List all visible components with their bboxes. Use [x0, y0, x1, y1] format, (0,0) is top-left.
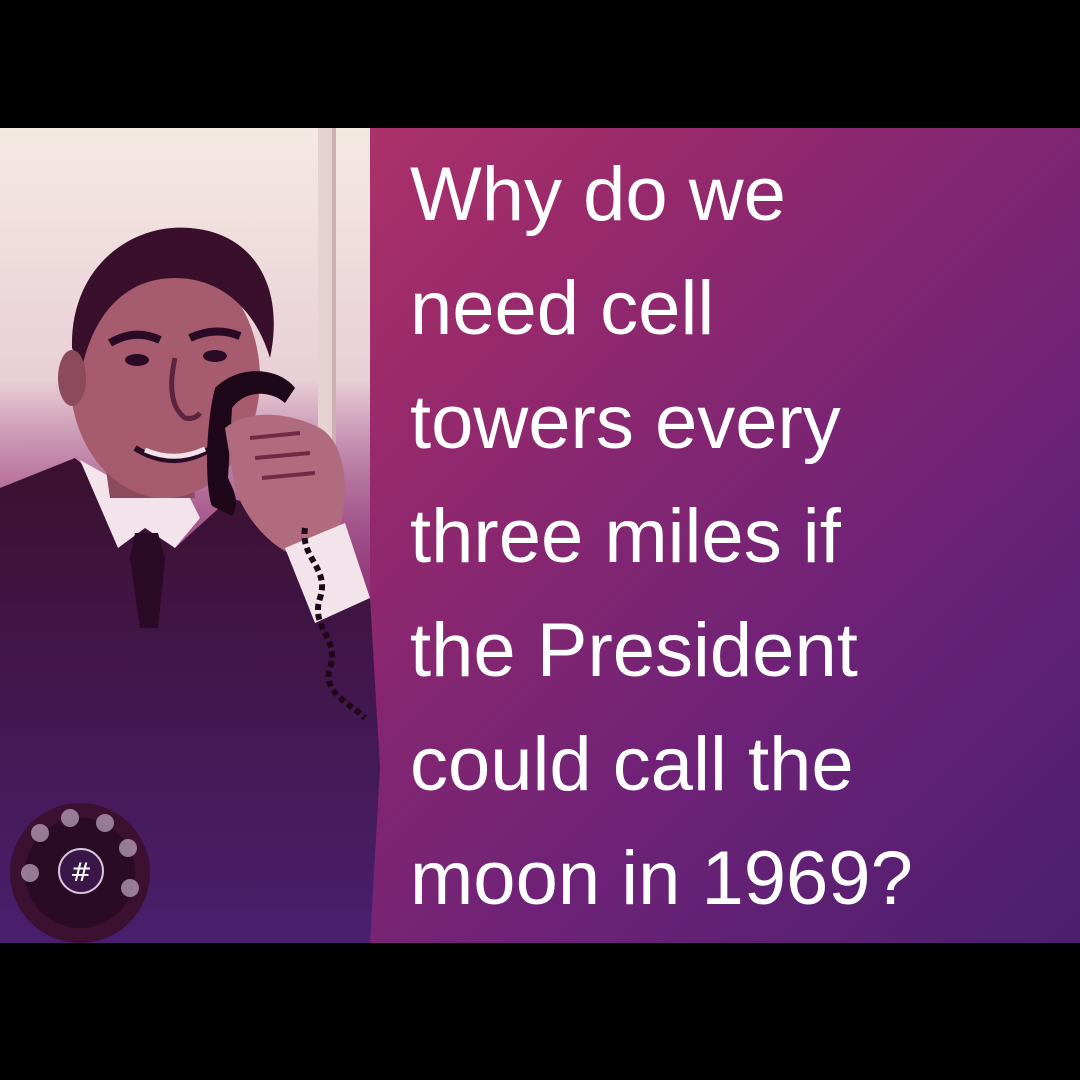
caption-line-4: three miles if [410, 494, 841, 579]
image-frame: # Why do we need cell towers every three… [0, 0, 1080, 1080]
caption-line-3: towers every [410, 380, 841, 465]
meme-caption: Why do we need cell towers every three m… [410, 138, 1075, 936]
meme-card: # Why do we need cell towers every three… [0, 128, 1080, 943]
hashtag-symbol: # [70, 858, 92, 888]
caption-line-6: could call the [410, 722, 854, 807]
caption-line-7: moon in 1969? [410, 836, 913, 921]
caption-line-1: Why do we [410, 152, 786, 237]
hashtag-icon: # [58, 848, 104, 894]
caption-line-2: need cell [410, 266, 715, 351]
caption-line-5: the President [410, 608, 858, 693]
person-on-phone-photo [0, 128, 400, 943]
photo-illustration [0, 128, 380, 943]
